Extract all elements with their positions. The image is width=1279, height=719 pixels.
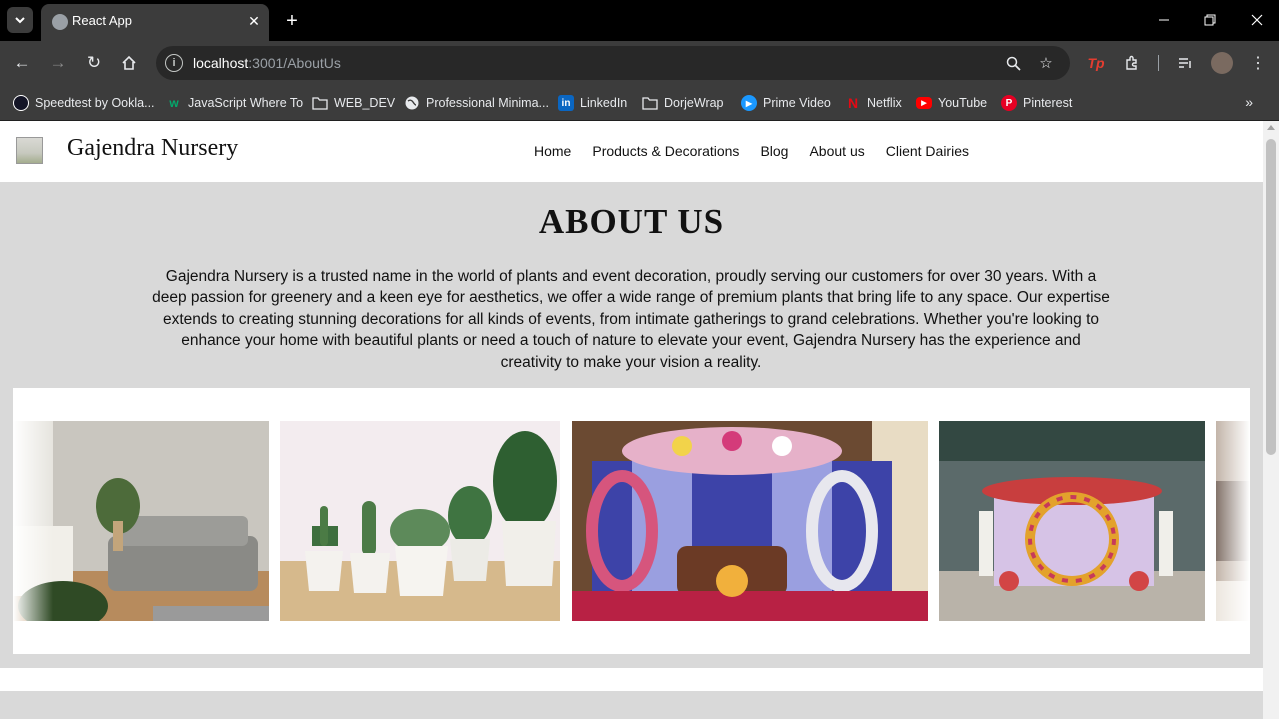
bookmark-linkedin[interactable]: in LinkedIn xyxy=(558,92,627,114)
arrow-right-icon: → xyxy=(49,53,67,72)
site-info-icon[interactable]: i xyxy=(165,54,183,72)
url-text[interactable]: localhost:3001/AboutUs xyxy=(193,55,341,71)
bookmarks-bar: Speedtest by Ookla... w JavaScript Where… xyxy=(0,85,1279,121)
nav-link-blog[interactable]: Blog xyxy=(760,143,788,159)
nav-link-client-dairies[interactable]: Client Dairies xyxy=(886,143,969,159)
bookmark-professional-minimal[interactable]: Professional Minima... xyxy=(404,92,549,114)
bookmark-prime-video[interactable]: ▶ Prime Video xyxy=(741,92,831,114)
speedtest-icon xyxy=(13,95,29,111)
carousel-fade-left xyxy=(13,388,53,654)
floral-arch-decoration-photo xyxy=(939,421,1205,621)
extensions-puzzle-icon[interactable] xyxy=(1121,52,1143,74)
menu-dots-icon[interactable]: ⋮ xyxy=(1247,52,1269,74)
page-scrollbar[interactable] xyxy=(1263,121,1279,719)
reload-button[interactable]: ↻ xyxy=(80,49,108,77)
youtube-icon: ▶ xyxy=(916,97,932,109)
scrollbar-thumb[interactable] xyxy=(1266,139,1276,455)
bookmark-youtube[interactable]: ▶ YouTube xyxy=(916,92,987,114)
about-description: Gajendra Nursery is a trusted name in th… xyxy=(152,268,1110,371)
react-favicon-icon xyxy=(52,14,68,30)
bookmark-dorjewrap[interactable]: DorjeWrap xyxy=(642,92,724,114)
media-controls-icon[interactable] xyxy=(1174,52,1196,74)
close-tab-icon[interactable]: ✕ xyxy=(245,12,263,30)
back-button[interactable]: ← xyxy=(8,49,36,77)
browser-tab[interactable]: React App ✕ xyxy=(41,4,269,41)
restore-icon xyxy=(1204,14,1216,26)
scroll-up-arrow-icon[interactable] xyxy=(1267,125,1275,130)
netflix-icon: N xyxy=(847,95,859,111)
folder-icon xyxy=(642,97,658,110)
more-bookmarks-icon[interactable]: » xyxy=(1245,94,1253,110)
close-icon xyxy=(1251,14,1263,26)
page-title: ABOUT US xyxy=(538,202,725,241)
bookmark-netflix[interactable]: N Netflix xyxy=(845,92,902,114)
home-icon xyxy=(122,55,136,70)
restore-button[interactable] xyxy=(1198,8,1222,32)
carousel-fade-right xyxy=(1210,388,1250,654)
minimize-button[interactable] xyxy=(1152,8,1176,32)
site-logo[interactable] xyxy=(16,137,43,164)
brand-name[interactable]: Gajendra Nursery xyxy=(67,135,238,162)
new-tab-button[interactable]: + xyxy=(280,9,304,33)
browser-tab-bar: React App ✕ + xyxy=(0,0,1279,41)
bookmark-javascript-where-to[interactable]: w JavaScript Where To xyxy=(166,92,303,114)
forward-button[interactable]: → xyxy=(44,49,72,77)
site-header: Gajendra Nursery Home Products & Decorat… xyxy=(0,121,1263,182)
nav-link-products[interactable]: Products & Decorations xyxy=(592,143,739,159)
toolbar-divider xyxy=(1158,55,1159,71)
prime-video-icon: ▶ xyxy=(741,95,757,111)
nav-link-about[interactable]: About us xyxy=(809,143,864,159)
chevron-down-icon xyxy=(15,17,25,24)
bookmark-pinterest[interactable]: P Pinterest xyxy=(1001,92,1072,114)
minimize-icon xyxy=(1159,19,1169,21)
pinterest-icon: P xyxy=(1001,95,1017,111)
arrow-left-icon: ← xyxy=(13,53,31,72)
image-carousel[interactable] xyxy=(13,388,1250,654)
close-window-button[interactable] xyxy=(1245,8,1269,32)
bookmark-star-icon[interactable]: ☆ xyxy=(1036,53,1056,73)
w3schools-icon: w xyxy=(169,96,179,110)
zoom-icon[interactable] xyxy=(1003,53,1023,73)
address-bar[interactable]: i localhost:3001/AboutUs ☆ xyxy=(156,46,1070,80)
profile-avatar[interactable] xyxy=(1211,52,1233,74)
tp-extension-icon[interactable]: Tp xyxy=(1085,52,1107,74)
reload-icon: ↻ xyxy=(86,53,102,72)
potted-plants-photo xyxy=(280,421,560,621)
tab-title: React App xyxy=(72,13,132,28)
folder-icon xyxy=(312,97,328,110)
nav-link-home[interactable]: Home xyxy=(534,143,571,159)
tab-search-button[interactable] xyxy=(7,7,33,33)
site-nav: Home Products & Decorations Blog About u… xyxy=(534,143,990,159)
home-button[interactable] xyxy=(115,49,143,77)
page-viewport: Gajendra Nursery Home Products & Decorat… xyxy=(0,121,1263,719)
bookmark-web-dev[interactable]: WEB_DEV xyxy=(312,92,395,114)
about-section: ABOUT US Gajendra Nursery is a trusted n… xyxy=(0,182,1263,668)
next-section xyxy=(0,691,1263,719)
globe-icon xyxy=(405,96,419,110)
browser-toolbar: ← → ↻ i localhost:3001/AboutUs ☆ Tp ⋮ xyxy=(0,41,1279,85)
linkedin-icon: in xyxy=(558,95,574,111)
floral-stage-decoration-photo xyxy=(572,421,928,621)
bookmark-speedtest[interactable]: Speedtest by Ookla... xyxy=(13,92,155,114)
